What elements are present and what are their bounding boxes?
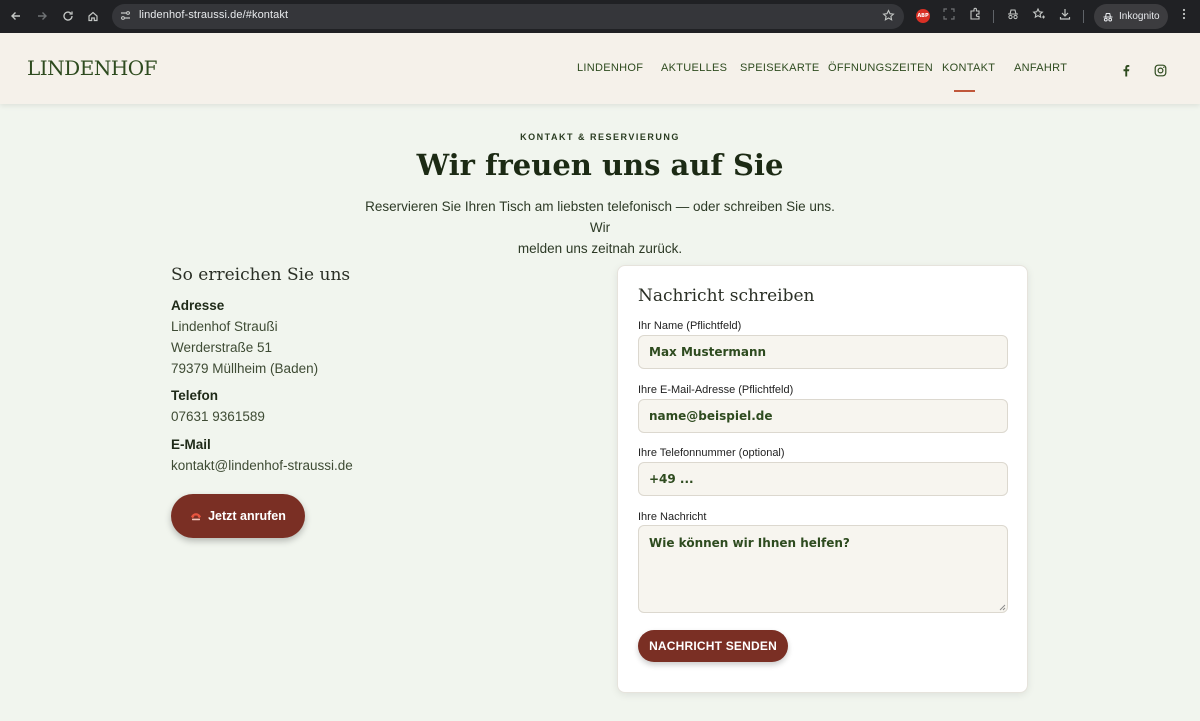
extensions-puzzle-icon[interactable] [968,7,982,21]
message-textarea[interactable]: Wie können wir Ihnen helfen? [638,525,1008,613]
reading-list-icon[interactable] [1032,7,1046,21]
toolbar-divider [1083,10,1084,23]
address-line: Werderstraße 51 [171,340,273,355]
toolbar-divider [993,10,994,23]
lead-line: melden uns zeitnah zurück. [517,241,683,256]
phone-input-label: Ihre Telefonnummer (optional) [638,447,785,459]
nav-lindenhof[interactable]: LINDENHOF [577,62,643,74]
name-label: Ihr Name (Pflichtfeld) [638,320,742,332]
address-label: Adresse [171,298,225,313]
message-placeholder: Wie können wir Ihnen helfen? [649,536,850,550]
web-page: LINDENHOF LINDENHOF AKTUELLES SPEISEKART… [0,33,1200,721]
email-link[interactable]: kontakt@lindenhof-straussi.de [171,458,353,473]
resize-handle-icon[interactable] [998,603,1006,611]
site-header: LINDENHOF LINDENHOF AKTUELLES SPEISEKART… [0,33,1200,104]
url-host: lindenhof-straussi.de [139,9,243,21]
nav-oeffnungszeiten[interactable]: ÖFFNUNGSZEITEN [828,62,933,74]
incognito-label: Inkognito [1119,11,1160,22]
phone-label: Telefon [171,388,218,403]
facebook-icon[interactable] [1120,62,1132,81]
bookmark-star-icon[interactable] [882,9,895,22]
home-icon[interactable] [84,7,102,25]
active-nav-indicator [954,90,975,92]
call-now-button[interactable]: Jetzt anrufen [171,494,305,538]
section-lead: Reservieren Sie Ihren Tisch am liebsten … [360,196,840,259]
download-icon[interactable] [1058,7,1072,21]
incognito-icon[interactable] [1006,7,1020,21]
address-line: Lindenhof Straußi [171,319,278,334]
email-input-label: Ihre E-Mail-Adresse (Pflichtfeld) [638,384,794,396]
nav-anfahrt[interactable]: ANFAHRT [1014,62,1067,74]
name-input[interactable]: Max Mustermann [638,335,1008,369]
url-text: lindenhof-straussi.de/#kontakt [139,9,288,21]
browser-menu-icon[interactable] [1177,7,1191,21]
incognito-profile-button[interactable]: Inkognito [1094,4,1168,29]
nav-speisekarte[interactable]: SPEISEKARTE [740,62,820,74]
nav-kontakt[interactable]: KONTAKT [942,62,995,74]
section-eyebrow: KONTAKT & RESERVIERUNG [520,132,680,142]
back-icon[interactable] [7,7,25,25]
site-info-icon[interactable] [119,9,132,22]
send-message-button[interactable]: NACHRICHT SENDEN [638,630,788,662]
email-label: E-Mail [171,437,211,452]
call-now-label: Jetzt anrufen [208,509,286,523]
email-input[interactable]: name@beispiel.de [638,399,1008,433]
reload-icon[interactable] [59,7,77,25]
screen-capture-icon[interactable] [942,7,956,21]
form-heading: Nachricht schreiben [638,286,815,306]
address-bar[interactable]: lindenhof-straussi.de/#kontakt [112,4,904,29]
contact-form-card: Nachricht schreiben Ihr Name (Pflichtfel… [617,265,1028,693]
browser-toolbar: lindenhof-straussi.de/#kontakt ABP Inkog… [0,0,1200,33]
phone-input[interactable]: +49 ... [638,462,1008,496]
instagram-icon[interactable] [1154,62,1167,81]
forward-icon[interactable] [33,7,51,25]
phone-icon [191,513,202,521]
url-path: /#kontakt [242,9,289,21]
message-label: Ihre Nachricht [638,511,707,523]
nav-aktuelles[interactable]: AKTUELLES [661,62,727,74]
adblock-extension-icon[interactable]: ABP [916,9,930,23]
section-title: Wir freuen uns auf Sie [416,148,784,182]
site-logo[interactable]: LINDENHOF [27,56,158,80]
contact-heading: So erreichen Sie uns [171,265,351,285]
incognito-small-icon [1103,12,1113,22]
phone-link[interactable]: 07631 9361589 [171,409,265,424]
lead-line: Reservieren Sie Ihren Tisch am liebsten … [365,199,835,235]
address-line: 79379 Müllheim (Baden) [171,361,319,376]
